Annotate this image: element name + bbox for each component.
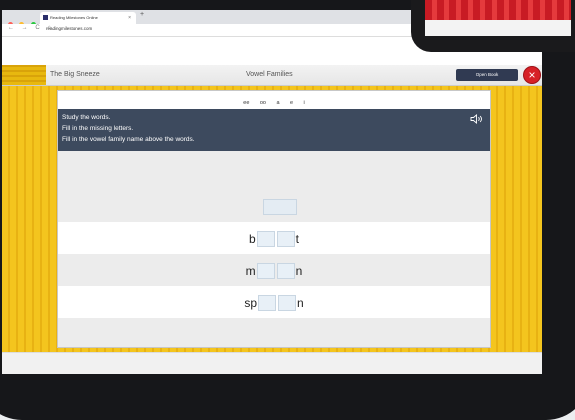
vowel-family-input[interactable] [263, 199, 297, 215]
tab-title: Reading Milestones Online [50, 15, 98, 20]
favicon-icon [43, 15, 48, 20]
new-tab-icon[interactable]: + [140, 11, 144, 18]
letter-blank-input[interactable] [256, 263, 275, 279]
word-row: sp n [58, 286, 490, 319]
second-device [411, 0, 575, 52]
url-field[interactable]: readingmilestones.com [46, 26, 92, 31]
instructions-bar: Study the words. Fill in the missing let… [58, 109, 490, 151]
letter-blank-input[interactable] [256, 231, 275, 247]
activity-panel: ee oo a e i Study the words. Fill in the… [57, 90, 491, 348]
speaker-icon[interactable] [470, 114, 484, 124]
word: sp n [58, 295, 490, 311]
second-device-screen [425, 0, 571, 36]
word: bt [58, 231, 490, 247]
word-prefix: sp [244, 296, 257, 310]
book-title: The Big Sneeze [50, 71, 100, 78]
letter-blank-input[interactable] [276, 263, 295, 279]
page-footer [2, 352, 542, 374]
empty-row [58, 318, 490, 347]
word-suffix: t [295, 232, 300, 246]
second-device-stripes [425, 0, 571, 20]
tab-close-icon[interactable]: × [128, 12, 131, 24]
browser-window: Reading Milestones Online × + ← → C ⌂ re… [2, 10, 542, 374]
vowel-selector: ee oo a e i [58, 91, 490, 109]
instruction-line: Fill in the vowel family name above the … [62, 136, 195, 143]
open-book-button[interactable]: Open Book [456, 69, 518, 81]
word-rows: bt mn sp n [58, 151, 490, 347]
activity-background: ee oo a e i Study the words. Fill in the… [2, 86, 542, 352]
close-icon[interactable]: × [523, 66, 541, 84]
family-row [58, 151, 490, 223]
tablet-frame: Reading Milestones Online × + ← → C ⌂ re… [0, 0, 575, 420]
word-row: bt [58, 222, 490, 255]
letter-blank-input[interactable] [278, 295, 296, 311]
logo [2, 65, 46, 85]
letter-blank-input[interactable] [276, 231, 295, 247]
word: mn [58, 263, 490, 279]
word-suffix: n [295, 264, 303, 278]
instruction-line: Study the words. [62, 114, 111, 121]
word-suffix: n [297, 296, 304, 310]
word-prefix: b [248, 232, 256, 246]
browser-tab[interactable]: Reading Milestones Online × [40, 12, 136, 24]
app-header: The Big Sneeze Vowel Families Open Book … [2, 65, 542, 86]
instruction-line: Fill in the missing letters. [62, 125, 134, 132]
word-row: mn [58, 254, 490, 287]
word-prefix: m [245, 264, 256, 278]
letter-blank-input[interactable] [258, 295, 276, 311]
section-title: Vowel Families [246, 71, 293, 78]
